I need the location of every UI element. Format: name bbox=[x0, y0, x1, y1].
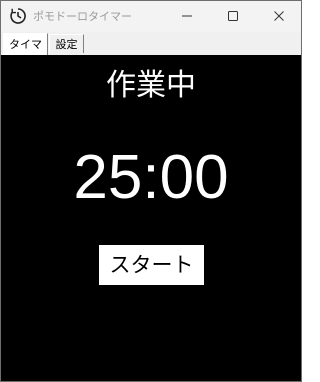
title-bar[interactable]: ポモドーロタイマー bbox=[1, 1, 301, 32]
start-button[interactable]: スタート bbox=[99, 245, 204, 285]
timer-panel: 作業中 25:00 スタート bbox=[1, 55, 301, 381]
tab-settings[interactable]: 設定 bbox=[49, 34, 84, 53]
close-button[interactable] bbox=[256, 1, 301, 32]
minimize-button[interactable] bbox=[164, 1, 210, 32]
close-icon bbox=[273, 7, 285, 26]
maximize-button[interactable] bbox=[210, 1, 256, 32]
tab-settings-label: 設定 bbox=[55, 38, 78, 51]
countdown-display: 25:00 bbox=[73, 143, 229, 212]
window-title: ポモドーロタイマー bbox=[33, 10, 132, 23]
maximize-icon bbox=[227, 7, 239, 26]
timer-icon bbox=[9, 7, 27, 25]
tab-timer[interactable]: タイマー bbox=[3, 33, 48, 72]
minimize-icon bbox=[181, 7, 193, 26]
tab-bar: タイマー 設定 bbox=[1, 32, 301, 72]
session-status-label: 作業中 bbox=[106, 68, 196, 103]
app-window: ポモドーロタイマー タイマー 設定 作業中 25:00 スタート bbox=[0, 0, 302, 382]
